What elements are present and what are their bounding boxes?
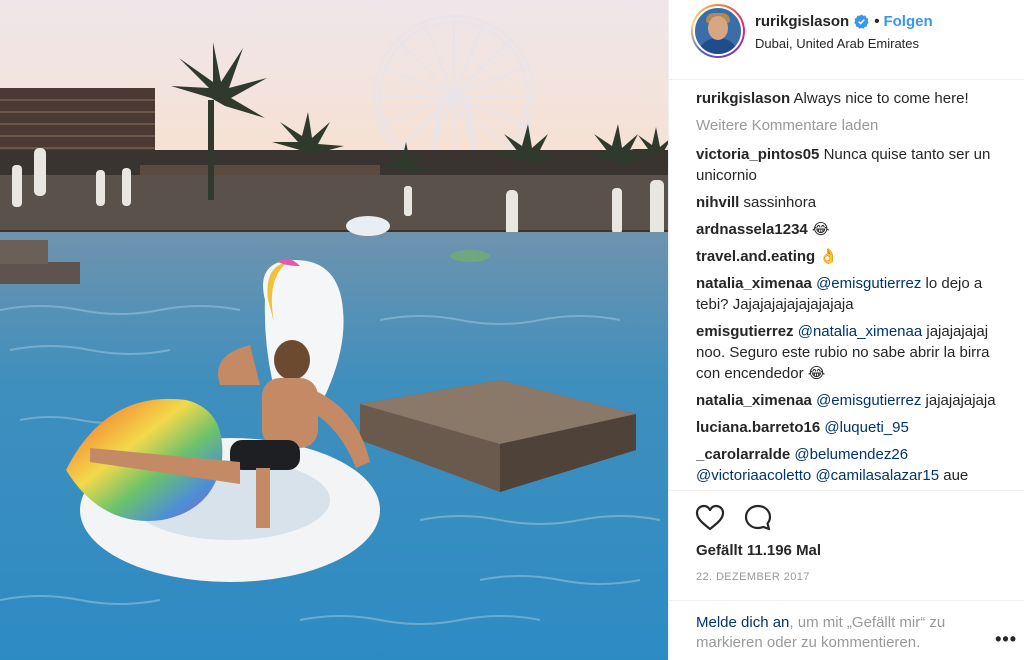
- comment-mention[interactable]: @luqueti_95: [824, 419, 908, 436]
- comment: nihvill sassinhora: [696, 192, 1012, 213]
- comment: emisgutierrez @natalia_ximenaa jajajajaj…: [696, 321, 1012, 384]
- verified-badge-icon: [854, 14, 869, 29]
- comment-mention[interactable]: @victoriaacoletto: [696, 467, 811, 484]
- heart-icon[interactable]: [695, 503, 725, 533]
- avatar-image: [693, 6, 743, 56]
- separator-dot: •: [874, 13, 880, 30]
- login-link[interactable]: Melde dich an: [696, 614, 789, 631]
- comment: travel.and.eating 👌: [696, 246, 1012, 267]
- comment-mention[interactable]: @natalia_ximenaa: [798, 323, 922, 340]
- comment-bubble-icon[interactable]: [743, 503, 773, 533]
- post-header: rurikgislason • Folgen Dubai, United Ara…: [669, 0, 1024, 80]
- comment-text: sassinhora: [743, 194, 817, 211]
- post-sidebar: rurikgislason • Folgen Dubai, United Ara…: [668, 0, 1024, 660]
- comment-text: jajajajajaja: [925, 392, 996, 409]
- comment-username[interactable]: natalia_ximenaa: [696, 275, 812, 292]
- post-actions-section: Gefällt 11.196 Mal 22. DEZEMBER 2017 Mel…: [669, 490, 1024, 660]
- caption-username[interactable]: rurikgislason: [696, 90, 790, 107]
- comment-text: 👌: [819, 248, 839, 265]
- user-line: rurikgislason • Folgen: [755, 13, 933, 30]
- comment-text: 😂: [811, 221, 830, 238]
- comment-text: aue: [943, 467, 969, 484]
- comments-list: rurikgislason Always nice to come here! …: [696, 88, 1012, 490]
- caption-text: Always nice to come here!: [793, 90, 969, 107]
- comment-username[interactable]: emisgutierrez: [696, 323, 794, 340]
- comment: ardnassela1234 😂: [696, 219, 1012, 240]
- comment: natalia_ximenaa @emisgutierrez lo dejo a…: [696, 273, 1012, 315]
- caption: rurikgislason Always nice to come here!: [696, 88, 1012, 109]
- avatar[interactable]: [691, 4, 745, 58]
- comment-username[interactable]: _carolarralde: [696, 446, 790, 463]
- login-prompt: Melde dich an, um mit „Gefällt mir“ zu m…: [669, 600, 1024, 651]
- comment-mention[interactable]: @emisgutierrez: [816, 275, 921, 292]
- comment-username[interactable]: travel.and.eating: [696, 248, 815, 265]
- username-link[interactable]: rurikgislason: [755, 13, 849, 30]
- follow-button[interactable]: Folgen: [883, 13, 932, 30]
- comment-mention[interactable]: @camilasalazar15: [815, 467, 939, 484]
- comment-username[interactable]: natalia_ximenaa: [696, 392, 812, 409]
- comment-mention[interactable]: @emisgutierrez: [816, 392, 921, 409]
- post-photo[interactable]: [0, 0, 668, 660]
- comment-username[interactable]: nihvill: [696, 194, 739, 211]
- comment: victoria_pintos05 Nunca quise tanto ser …: [696, 144, 1012, 186]
- post-date: 22. DEZEMBER 2017: [696, 571, 810, 583]
- load-more-comments-button[interactable]: Weitere Kommentare laden: [696, 115, 1012, 136]
- comment: natalia_ximenaa @emisgutierrez jajajajaj…: [696, 390, 1012, 411]
- more-options-button[interactable]: •••: [995, 629, 1017, 650]
- comment-username[interactable]: victoria_pintos05: [696, 146, 819, 163]
- action-buttons: [695, 503, 773, 533]
- comment-username[interactable]: luciana.barreto16: [696, 419, 820, 436]
- comment: _carolarralde @belumendez26 @victoriaaco…: [696, 444, 1012, 486]
- comment-mention[interactable]: @belumendez26: [794, 446, 908, 463]
- comment-username[interactable]: ardnassela1234: [696, 221, 808, 238]
- comment: luciana.barreto16 @luqueti_95: [696, 417, 1012, 438]
- pool-unicorn-photo: [0, 0, 668, 660]
- likes-count[interactable]: Gefällt 11.196 Mal: [696, 542, 821, 559]
- location-link[interactable]: Dubai, United Arab Emirates: [755, 36, 919, 51]
- login-prompt-text: Melde dich an, um mit „Gefällt mir“ zu m…: [696, 613, 986, 653]
